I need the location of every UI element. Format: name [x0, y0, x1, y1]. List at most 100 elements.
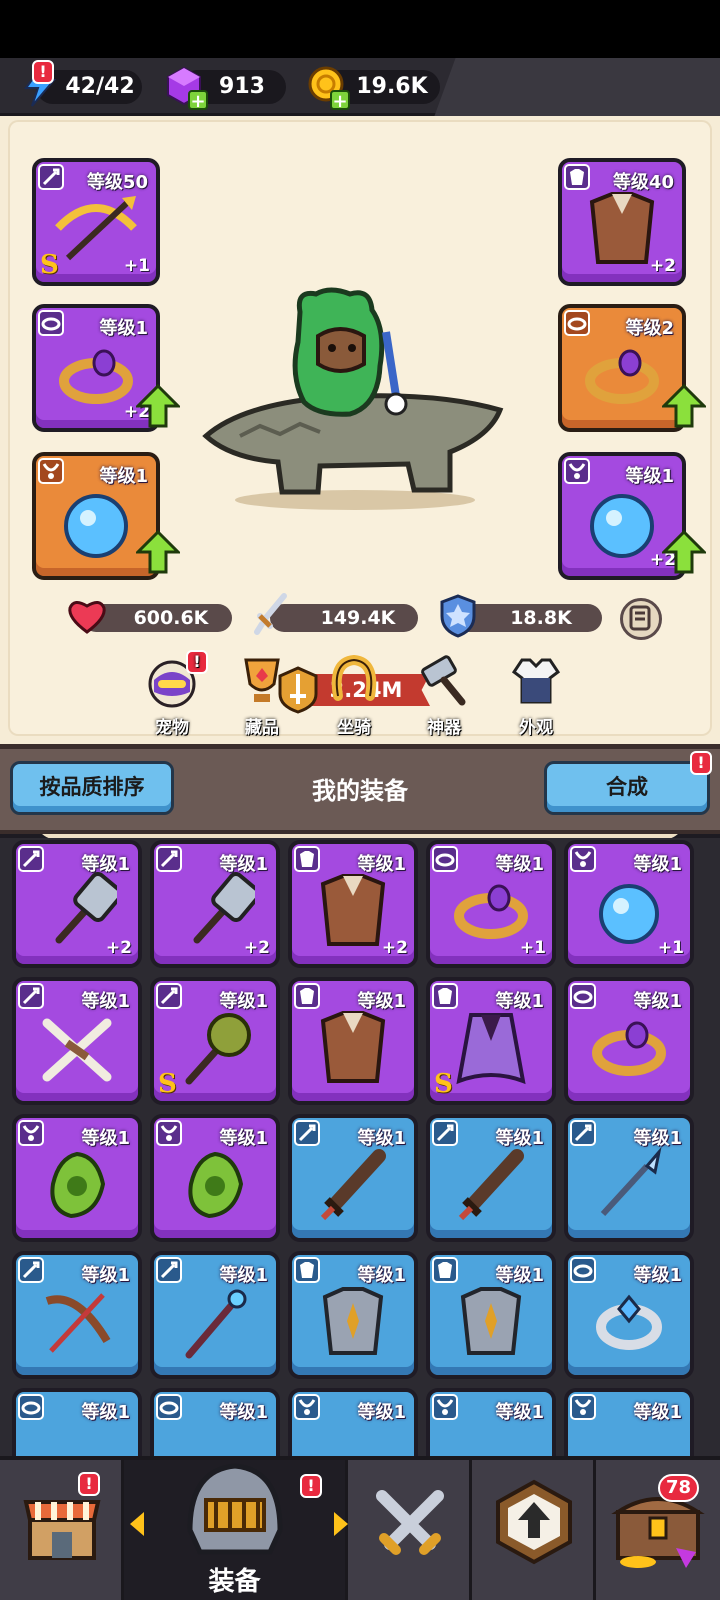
- gold-plus-icon[interactable]: +: [330, 90, 350, 112]
- equipment-item[interactable]: 等级1: [288, 977, 418, 1105]
- item-level: 等级1: [219, 1402, 268, 1423]
- gem-value: 913: [219, 74, 265, 99]
- upgrade-arrow-icon: [662, 384, 706, 428]
- item-plus: +2: [243, 938, 270, 958]
- ring-icon: [432, 846, 458, 872]
- sword-icon: [18, 1257, 44, 1283]
- upgrade-icon: [496, 1479, 572, 1565]
- equipment-item[interactable]: 等级1: [12, 1388, 142, 1462]
- slot-plus: +1: [123, 256, 150, 276]
- equip-slot-armor[interactable]: 等级40 +2: [558, 158, 686, 286]
- nav-artifact[interactable]: 神器: [414, 652, 474, 738]
- equipment-item[interactable]: 等级1: [564, 1251, 694, 1379]
- hero-character: [202, 287, 504, 510]
- silver-ring-icon: [596, 1294, 662, 1350]
- tab-equipment-label: 装备: [208, 1567, 261, 1597]
- equipment-item[interactable]: 等级1: [12, 1114, 142, 1242]
- equipment-item[interactable]: 等级1: [564, 1388, 694, 1462]
- necklace-icon: [38, 458, 64, 484]
- green-amulet-icon: [188, 1151, 244, 1219]
- equipment-item[interactable]: 等级1 S: [150, 977, 280, 1105]
- nav-pet[interactable]: ! 宠物: [142, 650, 208, 738]
- merge-button[interactable]: 合成: [544, 761, 710, 815]
- chevron-left-icon: [130, 1512, 144, 1536]
- nav-label: 外观: [519, 718, 553, 738]
- attack-value: 149.4K: [320, 607, 396, 629]
- gem-counter[interactable]: + 913: [167, 66, 286, 112]
- equipment-item[interactable]: 等级1: [288, 1114, 418, 1242]
- merge-alert-badge: !: [690, 751, 712, 775]
- tab-equipment[interactable]: ! 装备: [124, 1460, 348, 1600]
- nav-collection[interactable]: 藏品: [232, 652, 292, 738]
- equipment-item[interactable]: 等级1: [288, 1388, 418, 1462]
- slot-level: 等级1: [99, 318, 148, 339]
- ring-icon: [18, 1394, 44, 1420]
- spiked-mace-icon: [185, 1013, 251, 1085]
- rank-label: S: [40, 250, 59, 280]
- plate-armor-icon: [322, 1287, 384, 1355]
- nav-appearance[interactable]: 外观: [506, 652, 566, 738]
- trophy-icon: [244, 658, 280, 702]
- equipment-item[interactable]: 等级1: [150, 1114, 280, 1242]
- equipment-header: 按品质排序 我的装备 合成 !: [0, 744, 720, 834]
- shop-alert-badge: !: [78, 1472, 100, 1496]
- ring-icon: [570, 983, 596, 1009]
- tab-upgrade[interactable]: [472, 1460, 596, 1600]
- item-level: 等级1: [633, 1402, 682, 1423]
- equipment-item[interactable]: 等级1: [426, 1388, 556, 1462]
- equipment-item[interactable]: 等级1 S: [426, 977, 556, 1105]
- slot-level: 等级2: [625, 318, 674, 339]
- wand-icon: [185, 1289, 247, 1359]
- equipment-item[interactable]: 等级1: [288, 1251, 418, 1379]
- rank-label: S: [158, 1069, 177, 1099]
- upgrade-arrow-icon: [136, 384, 180, 428]
- attack-stat: 149.4K: [270, 604, 418, 632]
- equipment-item[interactable]: 等级1 +2: [150, 840, 280, 968]
- equip-slot-weapon[interactable]: 等级50 S +1: [32, 158, 160, 286]
- equipment-item[interactable]: 等级1: [150, 1388, 280, 1462]
- armor-icon: [294, 1257, 320, 1283]
- sort-by-quality-button[interactable]: 按品质排序: [10, 761, 174, 815]
- armor-icon: [294, 846, 320, 872]
- item-plus: +2: [381, 938, 408, 958]
- equipment-item[interactable]: 等级1: [12, 1251, 142, 1379]
- merge-label: 合成: [606, 775, 648, 799]
- item-plus: +1: [657, 938, 684, 958]
- tab-shop[interactable]: !: [0, 1460, 124, 1600]
- sword-icon: [432, 1120, 458, 1146]
- equipment-item[interactable]: 等级1 +1: [564, 840, 694, 968]
- fur-armor-icon: [320, 1011, 386, 1083]
- hammer-icon: [421, 655, 466, 706]
- upgrade-arrow-icon: [136, 530, 180, 574]
- equipment-item[interactable]: 等级1 +2: [288, 840, 418, 968]
- equipment-item[interactable]: 等级1: [564, 1114, 694, 1242]
- slot-plus: +2: [649, 256, 676, 276]
- shield-icon: [440, 594, 476, 638]
- nav-mount[interactable]: 坐骑: [324, 652, 384, 738]
- item-plus: +1: [519, 938, 546, 958]
- ring-icon: [564, 310, 590, 336]
- gem-plus-icon[interactable]: +: [188, 90, 208, 112]
- equipment-item[interactable]: 等级1: [426, 1251, 556, 1379]
- tab-treasure[interactable]: 78: [596, 1460, 720, 1600]
- equipment-item[interactable]: 等级1 +1: [426, 840, 556, 968]
- equipment-item[interactable]: 等级1: [564, 977, 694, 1105]
- game-screen: ! 42/42 + 913 + 19.6K 等级50 S +1 等级1 +2 等…: [0, 0, 720, 1600]
- equipment-item[interactable]: 等级1: [150, 1251, 280, 1379]
- tab-battle[interactable]: [348, 1460, 472, 1600]
- armor-icon: [432, 983, 458, 1009]
- armor-icon: [564, 164, 590, 190]
- cape-icon: [456, 1013, 526, 1085]
- equipment-grid: 等级1 +2 等级1 +2 等级1 +2 等级1 +1 等级1 +1 等级1 等级1 S 等级1 等级1 S 等…: [0, 838, 720, 1462]
- item-level: 等级1: [81, 1402, 130, 1423]
- energy-counter[interactable]: ! 42/42: [24, 60, 142, 107]
- nav-label: 藏品: [245, 718, 279, 738]
- equipment-item[interactable]: 等级1 +2: [12, 840, 142, 968]
- necklace-icon: [156, 1120, 182, 1146]
- necklace-icon: [18, 1120, 44, 1146]
- sword-stat-icon: [254, 593, 287, 635]
- stats-detail-button[interactable]: [620, 598, 662, 640]
- equipment-item[interactable]: 等级1: [426, 1114, 556, 1242]
- equipment-item[interactable]: 等级1: [12, 977, 142, 1105]
- gold-counter[interactable]: + 19.6K: [308, 66, 440, 112]
